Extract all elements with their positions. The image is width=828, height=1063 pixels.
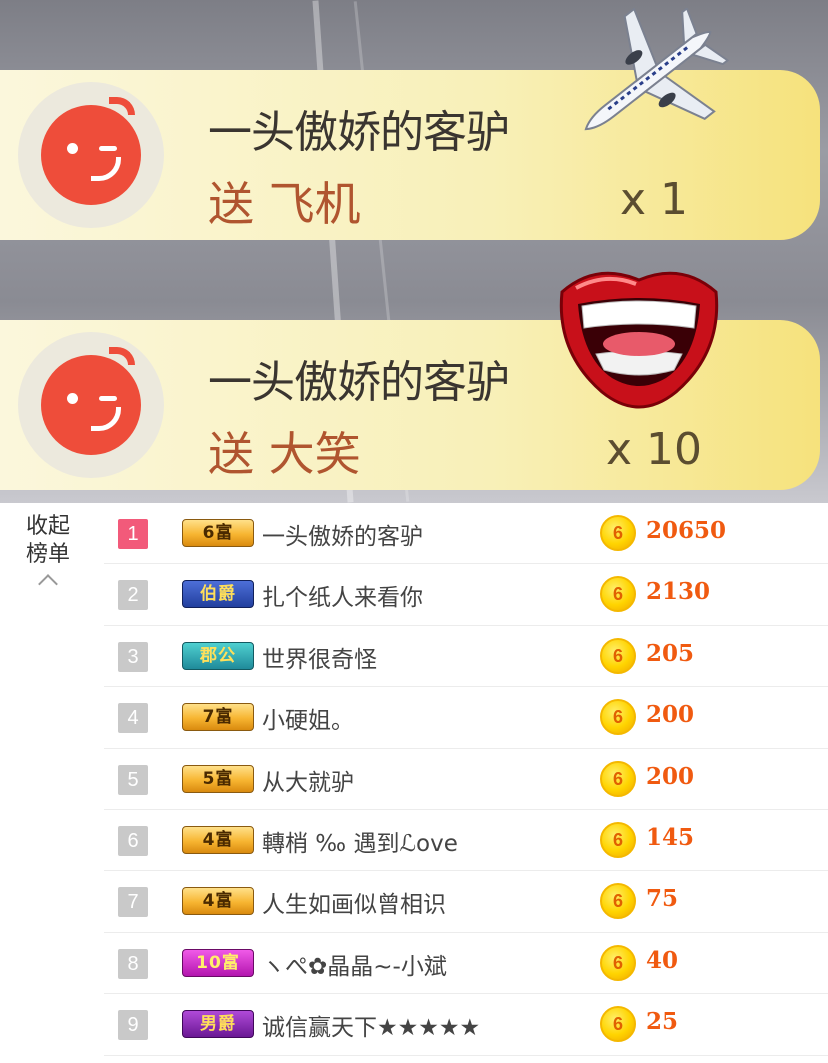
wealth-level-badge: 4富 [182, 825, 254, 854]
noble-title-badge: 伯爵 [182, 580, 254, 609]
ranking-row[interactable]: 4 7富 小硬姐。 200 [104, 687, 828, 749]
rank-number: 2 [118, 580, 148, 611]
gift-sender-name: 一头傲娇的客驴 [208, 107, 510, 158]
gift-sender-name: 一头傲娇的客驴 [208, 357, 510, 408]
ranking-row[interactable]: 2 伯爵 扎个纸人来看你 2130 [104, 564, 828, 626]
chevron-up-icon [38, 574, 58, 594]
user-name[interactable]: 世界很奇怪 [262, 640, 377, 674]
coin-icon [600, 883, 636, 920]
ranking-row[interactable]: 5 5富 从大就驴 200 [104, 749, 828, 810]
wealth-level-badge: 5富 [182, 764, 254, 793]
ranking-row[interactable]: 1 6富 一头傲娇的客驴 20650 [104, 503, 828, 565]
winking-face-icon [41, 347, 141, 455]
noble-title-badge: 郡公 [182, 641, 254, 670]
rank-number: 1 [118, 519, 148, 549]
noble-title-badge: 男爵 [182, 1010, 254, 1039]
coin-amount: 20650 [646, 517, 727, 544]
coin-amount: 145 [646, 823, 695, 851]
rank-number: 5 [118, 764, 148, 795]
ranking-row[interactable]: 6 4富 轉梢 ‰ 遇到ℒove 145 [104, 810, 828, 872]
avatar [18, 82, 164, 228]
coin-icon [600, 760, 636, 797]
coin-icon [600, 637, 636, 674]
ranking-row[interactable]: 8 10富 ヽぺ✿晶晶~-小斌 40 [104, 933, 828, 995]
coin-amount: 205 [646, 639, 695, 667]
user-name[interactable]: 扎个纸人来看你 [262, 578, 423, 612]
coin-icon [600, 1006, 636, 1043]
ranking-row[interactable]: 3 郡公 世界很奇怪 205 [104, 626, 828, 688]
wealth-level-badge: 4富 [182, 887, 254, 916]
gift-count: x 1 [620, 174, 689, 225]
coin-amount: 200 [646, 762, 695, 790]
wealth-level-badge: 6富 [182, 519, 254, 547]
rank-number: 9 [118, 1010, 148, 1041]
collapse-ranking-button[interactable]: 收起榜单 [16, 513, 80, 594]
user-name[interactable]: 轉梢 ‰ 遇到ℒove [262, 824, 458, 858]
coin-icon [600, 699, 636, 736]
winking-face-icon [41, 97, 141, 205]
user-name[interactable]: 从大就驴 [262, 763, 354, 797]
wealth-level-badge: 7富 [182, 703, 254, 732]
laughing-lips-icon [559, 271, 719, 409]
airplane-icon [584, 8, 730, 131]
coin-amount: 2130 [646, 578, 711, 606]
rank-number: 7 [118, 887, 148, 918]
coin-amount: 200 [646, 701, 695, 729]
live-video-area: 一头傲娇的客驴 送 飞机 x 1 一头傲娇的客驴 送 大笑 x 10 [0, 0, 828, 503]
rank-number: 8 [118, 948, 148, 979]
coin-amount: 75 [646, 885, 679, 913]
coin-icon [600, 515, 636, 551]
ranking-row[interactable]: 7 4富 人生如画似曾相识 75 [104, 871, 828, 933]
rank-number: 4 [118, 703, 148, 734]
user-name[interactable]: 人生如画似曾相识 [262, 885, 446, 919]
avatar [18, 332, 164, 478]
coin-amount: 40 [646, 946, 679, 974]
coin-icon [600, 944, 636, 981]
collapse-ranking-label: 收起榜单 [25, 514, 70, 567]
gift-action-text: 送 大笑 [208, 427, 361, 481]
gift-action-text: 送 飞机 [208, 177, 361, 231]
ranking-row[interactable]: 9 男爵 诚信赢天下★★★★★ 25 [104, 994, 828, 1056]
wealth-level-badge: 10富 [182, 948, 254, 977]
ranking-list: 1 6富 一头傲娇的客驴 20650 2 伯爵 扎个纸人来看你 2130 3 郡… [104, 503, 828, 1056]
user-name[interactable]: 一头傲娇的客驴 [262, 517, 423, 551]
user-name[interactable]: ヽぺ✿晶晶~-小斌 [262, 947, 447, 981]
rank-number: 3 [118, 641, 148, 672]
coin-icon [600, 576, 636, 613]
coin-amount: 25 [646, 1008, 679, 1036]
user-name[interactable]: 小硬姐。 [262, 701, 354, 735]
gift-ranking-panel: 收起榜单 1 6富 一头傲娇的客驴 20650 2 伯爵 扎个纸人来看你 213… [0, 503, 828, 1063]
rank-number: 6 [118, 825, 148, 856]
coin-icon [600, 821, 636, 858]
gift-count: x 10 [606, 424, 703, 475]
user-name[interactable]: 诚信赢天下★★★★★ [262, 1008, 480, 1042]
